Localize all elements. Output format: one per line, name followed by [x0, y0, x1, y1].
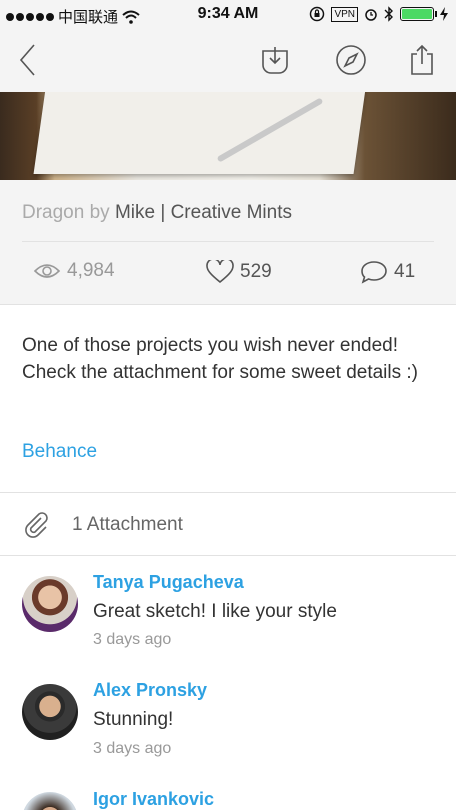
comments-button[interactable]: 41 — [360, 260, 415, 284]
author-link[interactable]: Mike | Creative Mints — [115, 202, 292, 223]
divider — [0, 555, 456, 556]
comment-text: Stunning! — [93, 709, 174, 730]
comment-time: 3 days ago — [93, 740, 172, 757]
avatar[interactable] — [22, 792, 78, 810]
back-button[interactable] — [10, 42, 46, 78]
status-bar: 中国联通 9:34 AM VPN — [0, 0, 456, 30]
behance-link[interactable]: Behance — [22, 441, 97, 463]
vpn-badge: VPN — [331, 6, 358, 22]
tray-download-icon — [262, 47, 288, 74]
comment-time: 3 days ago — [93, 631, 172, 648]
avatar[interactable] — [22, 576, 78, 632]
paperclip-icon — [25, 512, 48, 538]
eye-icon — [33, 264, 61, 278]
charging-icon — [440, 7, 448, 21]
comment-author[interactable]: Igor Ivankovic — [93, 789, 214, 810]
likes-count: 529 — [240, 261, 272, 282]
shot-image[interactable] — [0, 92, 456, 180]
comment-item: Alex Pronsky Stunning! 3 days ago — [0, 670, 456, 780]
views-count: 4,984 — [67, 260, 115, 281]
views-stat: 4,984 — [33, 260, 115, 282]
comment-item: Tanya Pugacheva Great sketch! I like you… — [0, 560, 456, 670]
comment-author[interactable]: Tanya Pugacheva — [93, 572, 244, 593]
open-in-browser-button[interactable] — [333, 42, 369, 78]
bluetooth-icon — [384, 6, 393, 22]
share-button[interactable] — [404, 42, 440, 78]
shot-byline: Dragon by Mike | Creative Mints — [22, 202, 292, 224]
save-button[interactable] — [257, 42, 293, 78]
compass-icon — [336, 45, 366, 75]
avatar[interactable] — [22, 684, 78, 740]
speech-bubble-icon — [361, 261, 387, 284]
battery-icon — [400, 7, 437, 21]
heart-icon — [206, 260, 234, 284]
rotation-lock-icon — [310, 6, 325, 22]
comment-text: Great sketch! I like your style — [93, 601, 337, 622]
meta-divider — [22, 241, 434, 242]
share-icon — [411, 44, 433, 75]
attachments-label: 1 Attachment — [72, 514, 183, 535]
shot-title: Dragon — [22, 202, 85, 223]
likes-button[interactable]: 529 — [206, 260, 272, 284]
comments-count: 41 — [394, 261, 416, 282]
comment-author[interactable]: Alex Pronsky — [93, 680, 207, 701]
shot-meta: Dragon by Mike | Creative Mints 4,984 52… — [0, 180, 456, 305]
by-word: by — [89, 202, 110, 223]
chevron-left-icon — [19, 44, 35, 76]
divider — [0, 492, 456, 493]
alarm-icon — [365, 9, 377, 21]
navigation-bar — [0, 30, 456, 92]
comment-item: Igor Ivankovic — [0, 780, 456, 810]
status-icons: VPN — [309, 6, 448, 22]
shot-description: One of those projects you wish never end… — [22, 335, 419, 383]
attachments-row[interactable]: 1 Attachment — [22, 510, 183, 540]
